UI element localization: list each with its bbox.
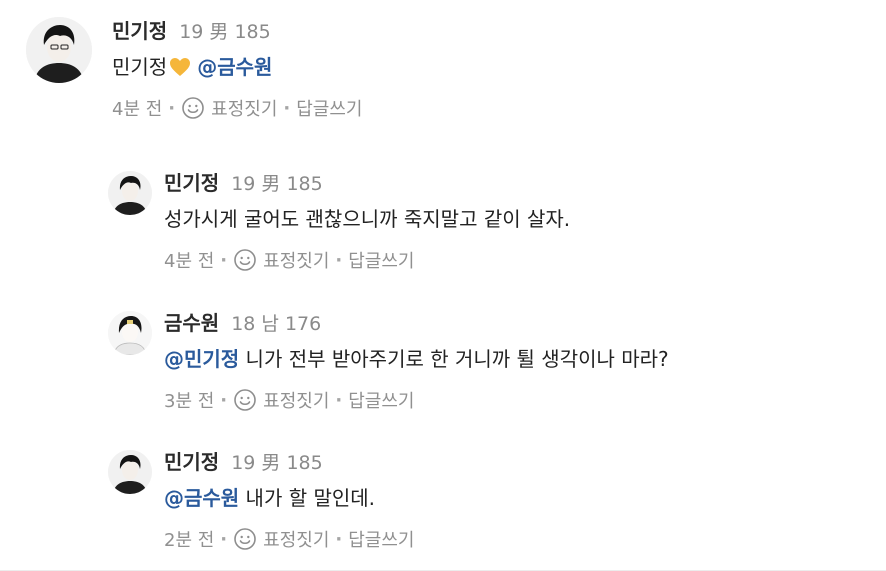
- user-info: 19 男 185: [231, 173, 323, 195]
- author-name[interactable]: 민기정: [164, 166, 219, 200]
- user-info: 18 남 176: [231, 313, 322, 335]
- timestamp: 4분 전: [112, 99, 163, 120]
- separator: ·: [220, 249, 228, 271]
- comment-text: 민기정 @금수원: [112, 52, 362, 82]
- author-name[interactable]: 민기정: [112, 14, 167, 48]
- comment-text: 성가시게 굴어도 괜찮으니까 죽지말고 같이 살자.: [164, 207, 571, 231]
- mention-link[interactable]: @금수원: [164, 486, 239, 510]
- avatar[interactable]: [26, 17, 92, 83]
- smile-icon[interactable]: [233, 248, 257, 272]
- comment-body: 민기정: [112, 55, 168, 79]
- separator: ·: [335, 528, 343, 550]
- yellow-heart-icon: [169, 55, 191, 76]
- comment-body: 내가 할 말인데.: [239, 486, 376, 510]
- avatar[interactable]: [108, 450, 152, 494]
- avatar-pale-boy-icon: [108, 311, 152, 355]
- smile-icon[interactable]: [181, 96, 205, 120]
- smile-icon[interactable]: [233, 527, 257, 551]
- mention-link[interactable]: @민기정: [164, 347, 239, 371]
- separator: ·: [335, 389, 343, 411]
- avatar[interactable]: [108, 311, 152, 355]
- reply-button[interactable]: 답글쓰기: [348, 387, 414, 413]
- react-button[interactable]: 표정짓기: [263, 526, 329, 552]
- separator: ·: [220, 528, 228, 550]
- reply-button[interactable]: 답글쓰기: [296, 95, 362, 121]
- separator: ·: [335, 249, 343, 271]
- react-button[interactable]: 표정짓기: [263, 387, 329, 413]
- comment-actions: 4분 전 · 표정짓기 · 답글쓰기: [112, 94, 362, 122]
- comment-actions: 2분 전 · 표정짓기 · 답글쓰기: [164, 525, 414, 553]
- separator: ·: [168, 97, 176, 119]
- separator: ·: [283, 97, 291, 119]
- smile-icon[interactable]: [233, 388, 257, 412]
- reply-button[interactable]: 답글쓰기: [348, 247, 414, 273]
- separator: ·: [220, 389, 228, 411]
- react-button[interactable]: 표정짓기: [263, 247, 329, 273]
- comment-actions: 3분 전 · 표정짓기 · 답글쓰기: [164, 386, 669, 414]
- comment-text: @금수원 내가 할 말인데.: [164, 483, 414, 513]
- timestamp: 4분 전: [164, 251, 215, 272]
- author-name[interactable]: 민기정: [164, 445, 219, 479]
- avatar[interactable]: [108, 171, 152, 215]
- avatar-dark-hair-man-icon: [26, 17, 92, 83]
- timestamp: 3분 전: [164, 391, 215, 412]
- avatar-dark-hair-man-icon: [108, 450, 152, 494]
- author-name[interactable]: 금수원: [164, 306, 219, 340]
- user-info: 19 男 185: [231, 452, 323, 474]
- react-button[interactable]: 표정짓기: [211, 95, 277, 121]
- mention-link[interactable]: @금수원: [197, 55, 272, 79]
- avatar-dark-hair-man-icon: [108, 171, 152, 215]
- comment-text: @민기정 니가 전부 받아주기로 한 거니까 튈 생각이나 마라?: [164, 344, 669, 374]
- timestamp: 2분 전: [164, 530, 215, 551]
- comment-body: 니가 전부 받아주기로 한 거니까 튈 생각이나 마라?: [239, 347, 669, 371]
- comment-actions: 4분 전 · 표정짓기 · 답글쓰기: [164, 246, 570, 274]
- user-info: 19 男 185: [179, 21, 271, 43]
- reply-button[interactable]: 답글쓰기: [348, 526, 414, 552]
